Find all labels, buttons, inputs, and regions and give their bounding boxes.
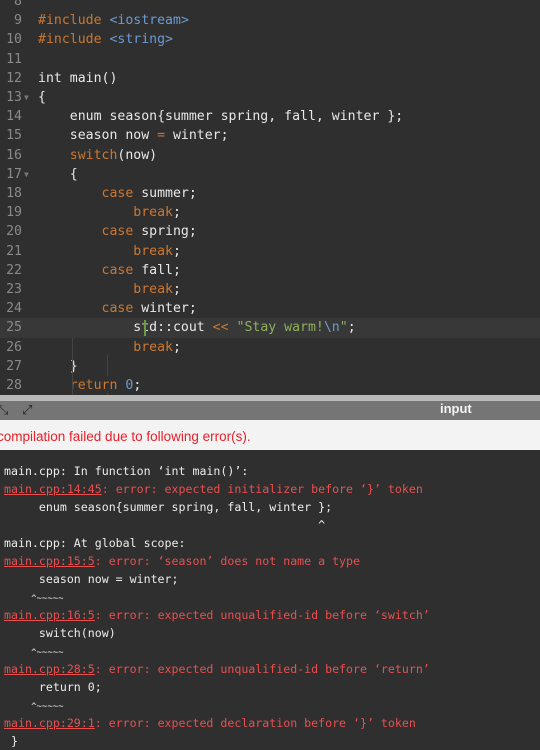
- code-text: switch(now): [69, 147, 158, 163]
- line-number: 17: [6, 166, 22, 182]
- text-cursor: [144, 320, 146, 337]
- code-line[interactable]: 22 case fall;: [0, 261, 540, 280]
- code-line[interactable]: 23 break;: [0, 280, 540, 299]
- output-line: main.cpp: At global scope:: [4, 536, 186, 550]
- code-text: case spring;: [101, 224, 197, 240]
- code-text: break;: [133, 282, 181, 297]
- line-number: 12: [6, 70, 22, 86]
- code-text: case winter;: [101, 301, 197, 317]
- code-text: case summer;: [101, 186, 197, 201]
- code-text: std::cout << "Stay warm!\n";: [38, 320, 356, 336]
- line-number: 24: [6, 301, 22, 317]
- line-number: 15: [6, 128, 22, 144]
- code-text: case fall;: [101, 262, 181, 278]
- code-line[interactable]: 21 break;: [0, 242, 540, 261]
- code-line[interactable]: 11: [0, 50, 540, 69]
- error-line[interactable]: main.cpp:16:5: error: expected unqualifi…: [4, 606, 430, 624]
- error-message: : error: ‘season’ does not name a type: [94, 554, 360, 568]
- code-line[interactable]: 17 ▼ {: [0, 165, 540, 184]
- error-line[interactable]: main.cpp:28:5: error: expected unqualifi…: [4, 660, 430, 678]
- error-marker: ^~~~~~: [4, 594, 64, 604]
- code-text: {: [38, 90, 46, 105]
- code-line[interactable]: 10 #include <string>: [0, 30, 540, 49]
- output-line: }: [4, 734, 18, 748]
- line-number: 9: [14, 13, 22, 29]
- line-number: 8: [14, 0, 22, 9]
- line-number: 28: [6, 378, 22, 393]
- code-line[interactable]: 8: [0, 0, 540, 11]
- code-text: #include <iostream>: [38, 13, 189, 29]
- code-line[interactable]: 27 }: [0, 357, 540, 376]
- line-number: 27: [6, 358, 22, 374]
- line-number: 11: [6, 51, 22, 67]
- collapse-icon[interactable]: ⤡: [0, 401, 8, 420]
- indent-guide: [72, 337, 73, 395]
- code-text: enum season{summer spring, fall, winter …: [38, 109, 404, 125]
- output-line: switch(now): [4, 626, 116, 640]
- output-line: ^: [4, 518, 326, 532]
- code-text: break;: [133, 339, 181, 355]
- compile-status-bar: compilation failed due to following erro…: [0, 420, 540, 450]
- line-number: 23: [6, 282, 22, 297]
- fold-toggle-icon[interactable]: ▼: [24, 88, 29, 107]
- code-line[interactable]: 19 break;: [0, 203, 540, 222]
- code-text: return 0;: [69, 378, 142, 393]
- expand-icon[interactable]: ⤢: [22, 401, 32, 420]
- error-location-link[interactable]: main.cpp:15:5: [4, 554, 95, 568]
- code-line[interactable]: 13 ▼ {: [0, 88, 540, 107]
- compile-status-message: compilation failed due to following erro…: [0, 429, 251, 444]
- line-number: 22: [6, 262, 22, 278]
- line-number: 25: [6, 320, 22, 336]
- code-line[interactable]: 20 case spring;: [0, 222, 540, 241]
- line-number: 21: [6, 243, 22, 259]
- code-line[interactable]: 15 season now = winter;: [0, 126, 540, 145]
- line-number: 16: [6, 147, 22, 163]
- error-location-link[interactable]: main.cpp:29:1: [4, 716, 95, 730]
- compiler-output: main.cpp: In function ‘int main()’: main.…: [0, 450, 540, 748]
- code-line[interactable]: 9 #include <iostream>: [0, 11, 540, 30]
- line-number: 13: [6, 90, 22, 105]
- code-text: break;: [133, 205, 181, 221]
- code-editor[interactable]: 8 9 #include <iostream> 10 #include <string>…: [0, 0, 540, 395]
- output-line: main.cpp: In function ‘int main()’:: [4, 464, 249, 478]
- fold-toggle-icon[interactable]: ▼: [24, 165, 29, 184]
- error-location-link[interactable]: main.cpp:28:5: [4, 662, 95, 676]
- code-line[interactable]: 24 case winter;: [0, 299, 540, 318]
- output-toolbar: ⤡ ⤢ input: [0, 401, 540, 420]
- error-location-link[interactable]: main.cpp:16:5: [4, 608, 95, 622]
- code-line[interactable]: 12 int main(): [0, 69, 540, 88]
- error-message: : error: expected declaration before ‘}’…: [94, 716, 416, 730]
- error-line[interactable]: main.cpp:15:5: error: ‘season’ does not …: [4, 552, 360, 570]
- output-line: return 0;: [4, 680, 102, 694]
- output-line: season now = winter;: [4, 572, 179, 586]
- code-text: break;: [133, 243, 181, 259]
- output-line: enum season{summer spring, fall, winter …: [4, 500, 333, 514]
- indent-guide: [107, 354, 108, 376]
- line-number: 26: [6, 339, 22, 355]
- code-line[interactable]: 26 break;: [0, 338, 540, 357]
- error-marker: ^~~~~~: [4, 702, 64, 712]
- error-message: : error: expected unqualified-id before …: [94, 662, 430, 676]
- line-number: 19: [6, 205, 22, 221]
- line-number: 14: [6, 109, 22, 125]
- code-text: season now = winter;: [38, 128, 229, 144]
- code-text: int main(): [38, 70, 118, 86]
- code-line[interactable]: 18 case summer;: [0, 184, 540, 203]
- error-marker: ^~~~~~: [4, 648, 64, 658]
- code-line[interactable]: 14 enum season{summer spring, fall, wint…: [0, 107, 540, 126]
- line-number: 18: [6, 186, 22, 201]
- code-line[interactable]: 25 std::cout << "Stay warm!\n";: [0, 318, 540, 338]
- code-line[interactable]: 16 switch(now): [0, 146, 540, 165]
- line-number: 10: [6, 32, 22, 48]
- error-message: : error: expected initializer before ‘}’…: [101, 482, 423, 496]
- error-line[interactable]: main.cpp:29:1: error: expected declarati…: [4, 714, 416, 732]
- code-text: #include <string>: [38, 32, 174, 48]
- error-location-link[interactable]: main.cpp:14:45: [4, 482, 102, 496]
- code-line[interactable]: 28 return 0;: [0, 376, 540, 395]
- error-line[interactable]: main.cpp:14:45: error: expected initiali…: [4, 480, 423, 498]
- code-text: {: [38, 166, 78, 182]
- line-number: 20: [6, 224, 22, 240]
- error-message: : error: expected unqualified-id before …: [94, 608, 430, 622]
- input-tab[interactable]: input: [440, 401, 472, 416]
